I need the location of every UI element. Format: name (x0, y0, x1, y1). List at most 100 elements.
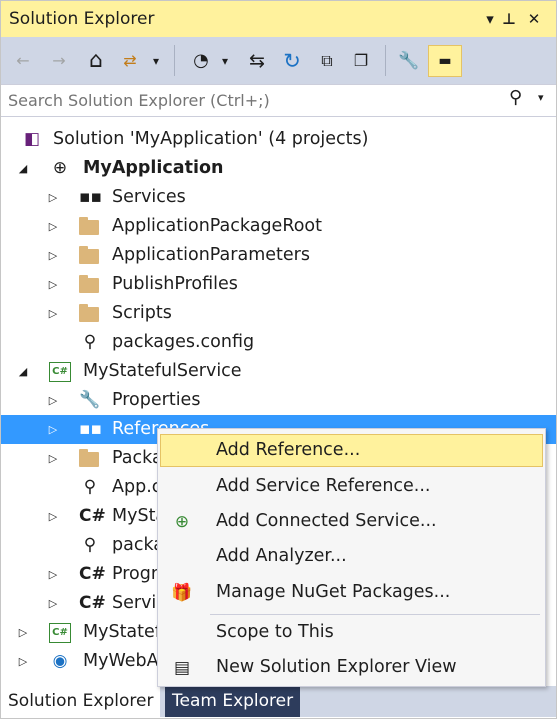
new-view-icon: ▤ (173, 658, 191, 678)
folder-icon (79, 246, 99, 264)
menu-item-scope-to-this[interactable]: Scope to This (160, 616, 543, 649)
pin-icon[interactable]: ⊥ (498, 8, 520, 30)
expand-arrow-icon[interactable]: ▷ (46, 212, 60, 241)
expand-arrow-icon[interactable]: ▷ (46, 415, 60, 444)
folder-icon (79, 449, 99, 467)
close-icon[interactable]: ✕ (523, 8, 545, 30)
search-icon[interactable]: ⚲ (509, 87, 522, 108)
menu-item-label: Manage NuGet Packages... (216, 582, 451, 602)
show-all-files-button[interactable]: ❐ (348, 49, 374, 73)
csharp-project-icon: C# (49, 362, 71, 382)
filter-dropdown-icon[interactable]: ▾ (218, 49, 232, 73)
tree-row[interactable]: ▷ ApplicationParameters (1, 241, 556, 270)
solution-icon: ◧ (23, 129, 41, 149)
forward-button[interactable]: → (47, 49, 71, 73)
tree-row[interactable]: ▷ ▪▪ Services (1, 183, 556, 212)
expand-arrow-icon[interactable]: ▷ (46, 183, 60, 212)
tree-row[interactable]: ◢ ⊕ MyApplication (1, 154, 556, 183)
collapse-all-button[interactable]: ⧉ (314, 49, 340, 73)
tab-team-explorer[interactable]: Team Explorer (165, 686, 301, 717)
menu-item-add-analyzer[interactable]: Add Analyzer... (160, 540, 543, 573)
expand-arrow-icon[interactable]: ▷ (46, 444, 60, 473)
expand-arrow-icon[interactable]: ▷ (46, 502, 60, 531)
menu-item-new-solution-explorer-view[interactable]: ▤ New Solution Explorer View (160, 651, 543, 684)
preview-selected-items-button[interactable]: ▬ (428, 45, 462, 77)
expand-arrow-icon[interactable]: ▷ (46, 241, 60, 270)
switch-views-dropdown-icon[interactable]: ▾ (149, 49, 163, 73)
tree-row[interactable]: ⚲ packages.config (1, 328, 556, 357)
tree-row-label: PublishProfiles (112, 274, 238, 294)
collapse-arrow-icon[interactable]: ◢ (16, 154, 30, 183)
tree-row-label: packages.config (112, 332, 255, 352)
menu-separator (210, 614, 540, 615)
tree-row-label: Properties (112, 390, 201, 410)
nuget-package-icon: 🎁 (171, 583, 193, 603)
tab-solution-explorer[interactable]: Solution Explorer (1, 686, 161, 717)
tree-row-label: MyStatef (83, 622, 161, 642)
tree-row-label: MyStatefulService (83, 361, 242, 381)
csharp-file-icon: C# (79, 506, 106, 526)
toolbar: ← → ⌂ ⇄ ▾ ◔ ▾ ⇆ ↻ ⧉ ❐ 🔧 ▬ (1, 37, 556, 84)
properties-button[interactable]: 🔧 (396, 49, 422, 73)
collapse-arrow-icon[interactable]: ◢ (16, 357, 30, 386)
expand-arrow-icon[interactable]: ▷ (16, 618, 30, 647)
folder-icon (79, 217, 99, 235)
window-title: Solution Explorer (9, 9, 155, 29)
switch-views-button[interactable]: ⇄ (118, 49, 142, 73)
tree-row-label: Solution 'MyApplication' (4 projects) (53, 129, 369, 149)
menu-item-label: Add Reference... (216, 440, 361, 460)
references-icon: ▪▪ (79, 419, 103, 439)
menu-item-label: Add Analyzer... (216, 546, 347, 566)
service-fabric-app-icon: ⊕ (52, 158, 68, 178)
home-button[interactable]: ⌂ (83, 49, 109, 73)
folder-icon (79, 304, 99, 322)
menu-item-manage-nuget-packages[interactable]: 🎁 Manage NuGet Packages... (160, 576, 543, 609)
expand-arrow-icon[interactable]: ▷ (46, 386, 60, 415)
tree-row[interactable]: ◢ C# MyStatefulService (1, 357, 556, 386)
config-file-icon: ⚲ (83, 332, 97, 352)
tree-row-label: Progr (112, 564, 159, 584)
expand-arrow-icon[interactable]: ▷ (46, 560, 60, 589)
tree-row[interactable]: ▷ Scripts (1, 299, 556, 328)
context-menu: Add Reference... Add Service Reference..… (157, 428, 546, 687)
expand-arrow-icon[interactable]: ▷ (46, 299, 60, 328)
expand-arrow-icon[interactable]: ▷ (16, 647, 30, 676)
title-bar: Solution Explorer ▾ ⊥ ✕ (1, 1, 556, 37)
config-file-icon: ⚲ (83, 477, 97, 497)
pending-changes-filter-button[interactable]: ◔ (188, 49, 214, 73)
menu-item-label: Add Connected Service... (216, 511, 437, 531)
search-bar: ⚲ ▾ (1, 84, 556, 117)
tree-row[interactable]: ▷ ApplicationPackageRoot (1, 212, 556, 241)
menu-item-label: Scope to This (216, 622, 334, 642)
csharp-project-icon: C# (49, 623, 71, 643)
tree-row[interactable]: ◧ Solution 'MyApplication' (4 projects) (1, 125, 556, 154)
expand-arrow-icon[interactable]: ▷ (46, 589, 60, 618)
menu-item-label: New Solution Explorer View (216, 657, 457, 677)
menu-item-add-reference[interactable]: Add Reference... (160, 434, 543, 467)
folder-icon (79, 275, 99, 293)
tree-row-label: MyApplication (83, 158, 224, 178)
menu-item-add-service-reference[interactable]: Add Service Reference... (160, 470, 543, 503)
menu-item-add-connected-service[interactable]: ⊕ Add Connected Service... (160, 505, 543, 538)
tool-window-tabs: Solution Explorer Team Explorer (1, 686, 556, 717)
config-file-icon: ⚲ (83, 535, 97, 555)
refresh-button[interactable]: ↻ (279, 49, 305, 73)
menu-item-label: Add Service Reference... (216, 476, 431, 496)
toolbar-separator (174, 45, 175, 76)
search-input[interactable] (8, 90, 498, 110)
tree-row[interactable]: ▷ 🔧 Properties (1, 386, 556, 415)
expand-arrow-icon[interactable]: ▷ (46, 270, 60, 299)
sync-with-document-button[interactable]: ⇆ (244, 49, 270, 73)
tree-row[interactable]: ▷ PublishProfiles (1, 270, 556, 299)
csharp-file-icon: C# (79, 593, 106, 613)
wrench-icon: 🔧 (79, 390, 101, 410)
search-options-dropdown-icon[interactable]: ▾ (538, 91, 544, 104)
back-button[interactable]: ← (11, 49, 35, 73)
tree-row-label: Services (112, 187, 186, 207)
tree-row-label: Packa (112, 448, 163, 468)
tree-row-label: ApplicationParameters (112, 245, 310, 265)
tree-row-label: MyWebA (83, 651, 159, 671)
services-icon: ▪▪ (79, 187, 103, 207)
web-project-icon: ◉ (52, 651, 68, 671)
connected-service-icon: ⊕ (174, 512, 190, 532)
